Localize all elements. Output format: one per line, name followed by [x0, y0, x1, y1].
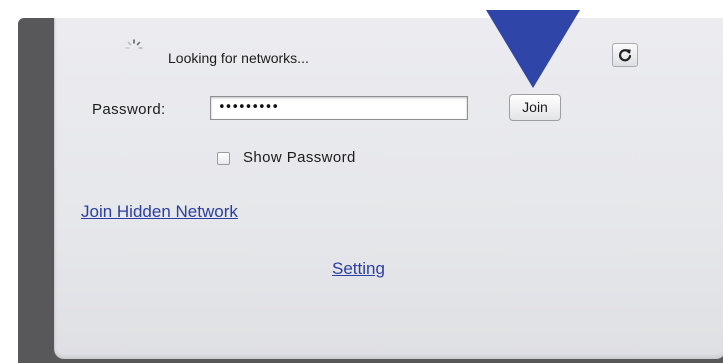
- screenshot-stage: Looking for networks... Password: ••••••…: [0, 0, 723, 363]
- setting-link[interactable]: Setting: [332, 259, 385, 279]
- join-hidden-network-link[interactable]: Join Hidden Network: [81, 202, 238, 222]
- join-button[interactable]: Join: [509, 94, 561, 121]
- status-message: Looking for networks...: [168, 50, 309, 66]
- show-password-label: Show Password: [243, 149, 356, 166]
- wifi-panel: [54, 18, 723, 359]
- refresh-icon: [618, 49, 632, 62]
- pointer-arrow-icon: [486, 10, 580, 88]
- loading-spinner-icon: [125, 39, 143, 49]
- refresh-button[interactable]: [612, 43, 638, 67]
- window-frame: [18, 18, 723, 363]
- password-label: Password:: [92, 101, 166, 118]
- password-field[interactable]: •••••••••: [210, 96, 468, 120]
- show-password-checkbox[interactable]: [217, 152, 230, 165]
